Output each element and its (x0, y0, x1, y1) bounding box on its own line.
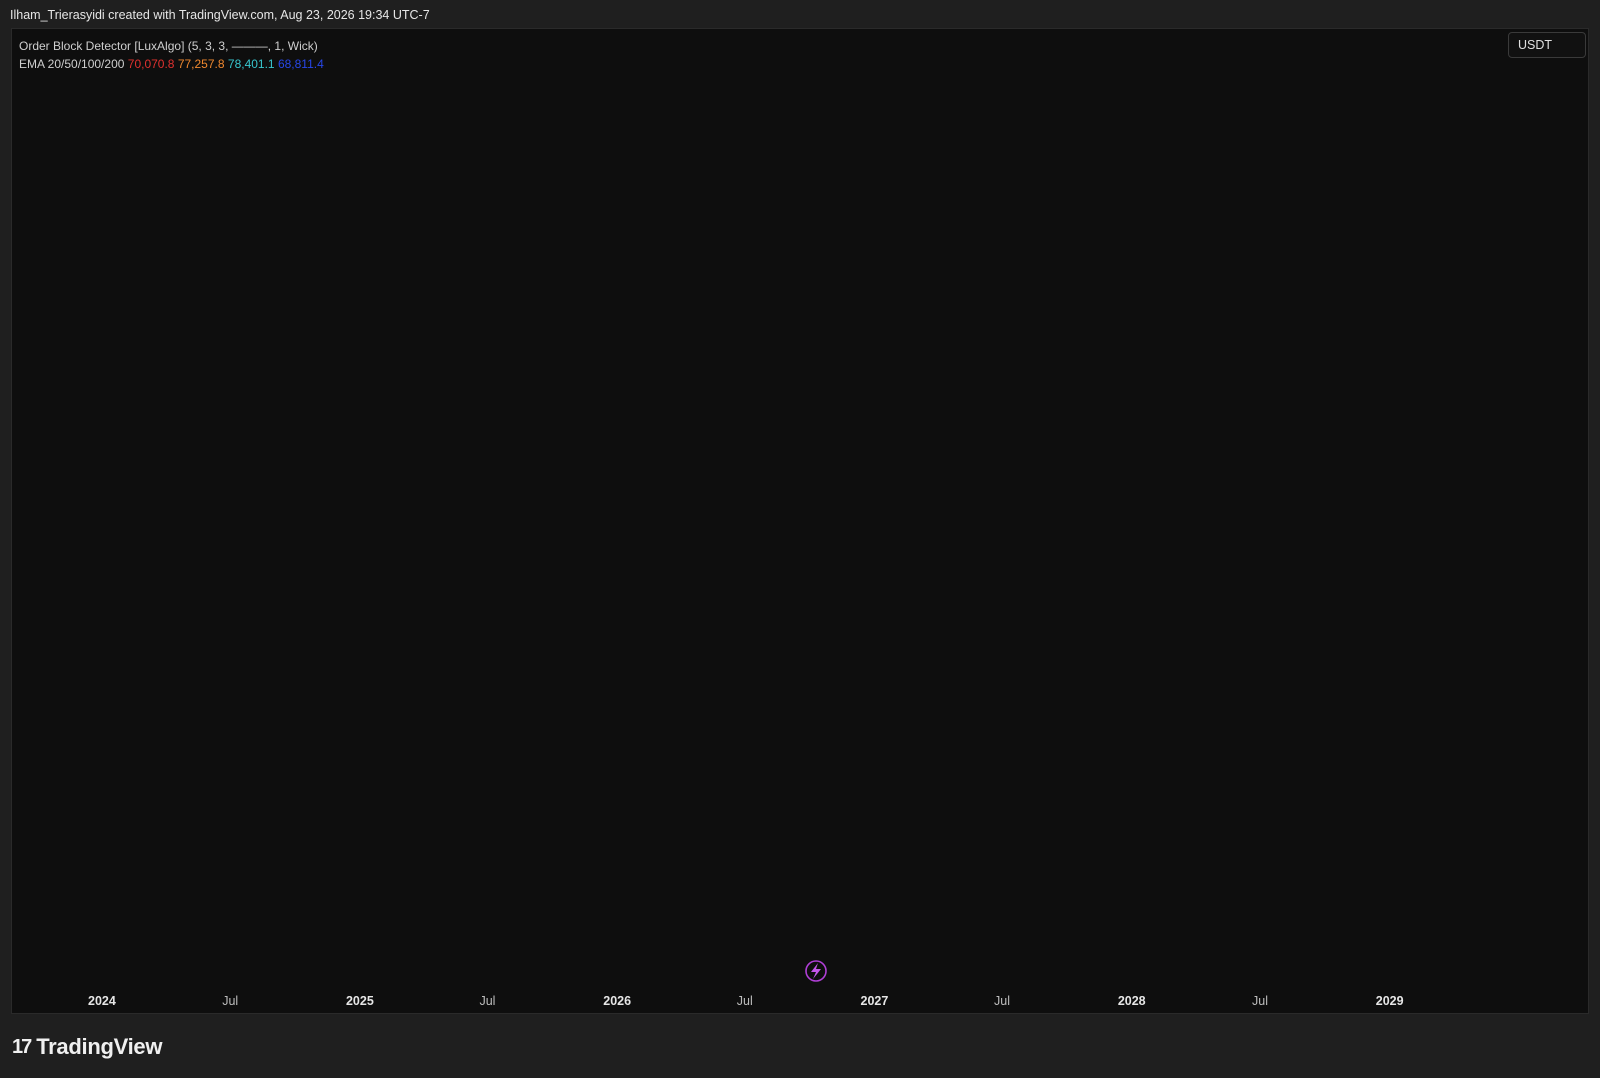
ema50-value: 77,257.8 (177, 57, 225, 71)
x-tick-label: 2025 (346, 994, 374, 1008)
lightning-icon[interactable] (805, 960, 827, 982)
tradingview-logo: 17 TradingView (12, 1034, 162, 1060)
x-tick-label: 2027 (861, 994, 889, 1008)
x-tick-label: Jul (994, 994, 1010, 1008)
x-tick-label: 2026 (603, 994, 631, 1008)
ema200-value: 68,811.4 (277, 57, 324, 71)
tradingview-wordmark: TradingView (36, 1034, 163, 1059)
ema-indicator-label[interactable]: EMA 20/50/100/200 70,070.8 77,257.8 78,4… (19, 55, 324, 73)
x-tick-label: Jul (1252, 994, 1268, 1008)
ema20-value: 70,070.8 (127, 57, 175, 71)
x-tick-label: Jul (737, 994, 753, 1008)
x-tick-label: 2029 (1376, 994, 1404, 1008)
price-chart[interactable]: 78,505.872,928.765,118.961,072.4120,000.… (0, 0, 1600, 1078)
x-tick-label: Jul (479, 994, 495, 1008)
x-tick-label: 2028 (1118, 994, 1146, 1008)
order-block-indicator-label[interactable]: Order Block Detector [LuxAlgo] (5, 3, 3,… (19, 37, 324, 55)
ema100-value: 78,401.1 (227, 57, 275, 71)
indicator-legend: Order Block Detector [LuxAlgo] (5, 3, 3,… (19, 37, 324, 73)
currency-selector[interactable]: USDT (1508, 32, 1586, 58)
x-tick-label: 2024 (88, 994, 116, 1008)
tradingview-mark-icon: 17 (12, 1035, 32, 1058)
time-axis: 2024 Jul 2025 Jul 2026 Jul 2027 Jul 2028 Jul 2029 (88, 994, 1404, 1008)
x-tick-label: Jul (222, 994, 238, 1008)
